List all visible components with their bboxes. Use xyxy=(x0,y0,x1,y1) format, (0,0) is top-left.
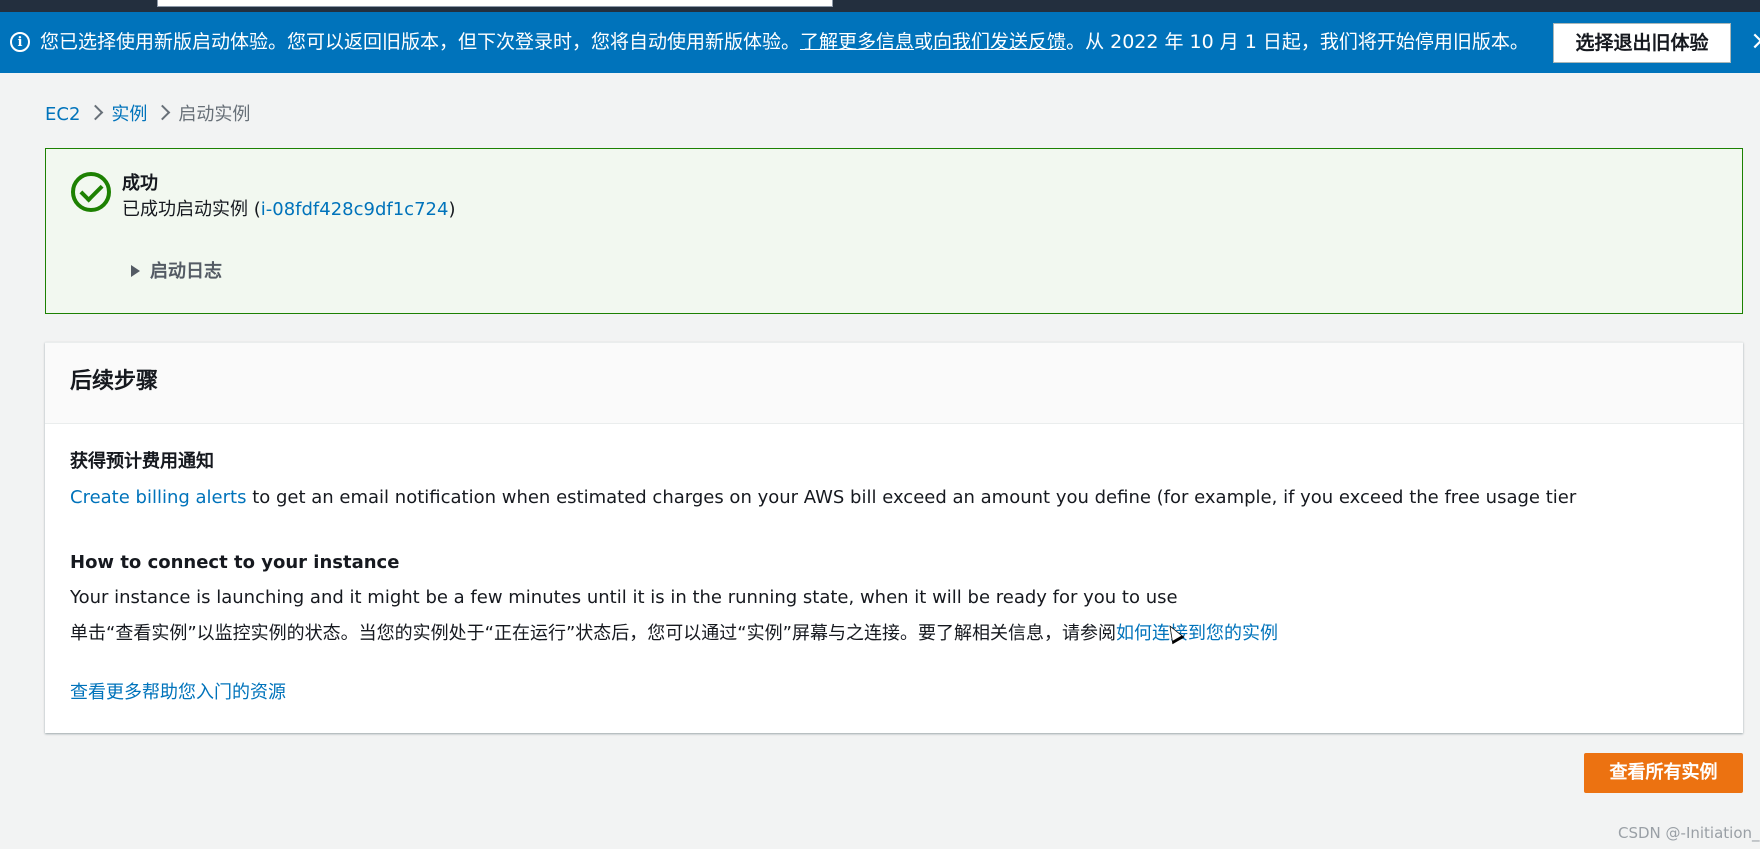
instance-id-link[interactable]: i-08fdf428c9df1c724 xyxy=(261,199,449,220)
billing-description: Create billing alerts to get an email no… xyxy=(70,487,1577,508)
top-search-box[interactable] xyxy=(157,0,833,7)
top-nav-bar xyxy=(0,0,1760,12)
success-message: 已成功启动实例 (i-08fdf428c9df1c724) xyxy=(122,199,456,220)
breadcrumb-current: 启动实例 xyxy=(178,104,251,125)
how-to-connect-link[interactable]: 如何连接到您的实例 xyxy=(1116,623,1278,644)
success-title: 成功 xyxy=(122,173,158,194)
caret-right-icon xyxy=(131,265,140,277)
next-steps-panel: 后续步骤 获得预计费用通知 Create billing alerts to g… xyxy=(45,342,1743,733)
check-circle-icon xyxy=(71,172,111,212)
view-all-instances-button[interactable]: 查看所有实例 xyxy=(1584,753,1743,793)
new-experience-banner: i 您已选择使用新版启动体验。您可以返回旧版本，但下次登录时，您将自动使用新版体… xyxy=(0,12,1760,73)
info-icon: i xyxy=(10,32,30,52)
send-feedback-link[interactable]: 向我们发送反馈 xyxy=(933,31,1066,53)
connect-section-title: How to connect to your instance xyxy=(70,552,400,573)
launch-log-toggle[interactable]: 启动日志 xyxy=(131,261,222,283)
success-alert: 成功 已成功启动实例 (i-08fdf428c9df1c724) 启动日志 xyxy=(45,148,1743,314)
close-icon[interactable]: × xyxy=(1750,26,1760,56)
panel-header: 后续步骤 xyxy=(45,343,1743,424)
connect-description: Your instance is launching and it might … xyxy=(70,587,1178,608)
banner-message: 您已选择使用新版启动体验。您可以返回旧版本，但下次登录时，您将自动使用新版体验。… xyxy=(40,31,1529,53)
create-billing-alerts-link[interactable]: Create billing alerts xyxy=(70,487,246,508)
learn-more-link[interactable]: 了解更多信息 xyxy=(800,31,914,53)
opt-out-button[interactable]: 选择退出旧体验 xyxy=(1553,23,1731,63)
breadcrumb-instances[interactable]: 实例 xyxy=(111,104,147,125)
connect-description-cn: 单击“查看实例”以监控实例的状态。当您的实例处于“正在运行”状态后，您可以通过“… xyxy=(70,623,1278,644)
panel-title: 后续步骤 xyxy=(70,369,159,394)
chevron-right-icon xyxy=(155,104,171,121)
watermark: CSDN @-Initiation_ xyxy=(1618,824,1760,842)
more-resources-link[interactable]: 查看更多帮助您入门的资源 xyxy=(70,681,286,705)
chevron-right-icon xyxy=(88,104,104,121)
breadcrumb: EC2 实例 启动实例 xyxy=(45,103,250,127)
breadcrumb-ec2[interactable]: EC2 xyxy=(45,104,80,125)
billing-section-title: 获得预计费用通知 xyxy=(70,451,214,472)
